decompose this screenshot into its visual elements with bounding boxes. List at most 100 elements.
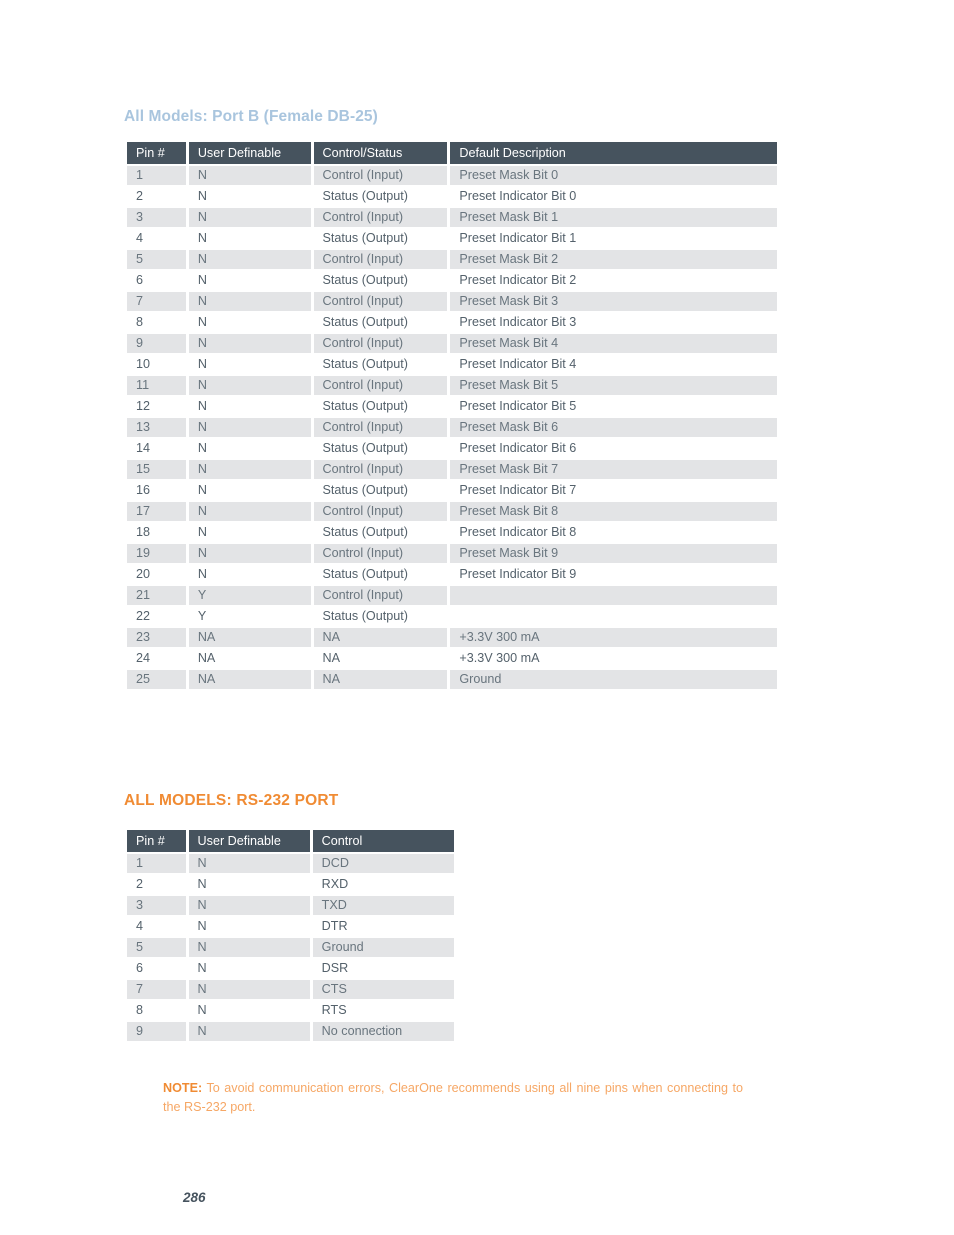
rs232-cell: RTS <box>312 1001 454 1020</box>
db25-cell: Ground <box>450 670 777 689</box>
db25-cell: 17 <box>127 502 186 521</box>
db25-cell: N <box>188 460 311 479</box>
db25-cell: Status (Output) <box>313 187 448 206</box>
db25-cell <box>450 607 777 626</box>
db25-cell: 7 <box>127 292 186 311</box>
table-body-db25: 1 N Control (Input) Preset Mask Bit 0 2 N Stat… <box>127 166 777 689</box>
rs232-column-header: User Definable <box>188 830 310 852</box>
rs232-column-header: Pin # <box>127 830 186 852</box>
db25-cell: NA <box>313 670 448 689</box>
db25-cell: N <box>188 187 311 206</box>
table-row: 24 NA NA +3.3V 300 mA <box>127 649 777 668</box>
db25-cell: 12 <box>127 397 186 416</box>
table-row: 6 N Status (Output) Preset Indicator Bit 2 <box>127 271 777 290</box>
table-row: 3 N Control (Input) Preset Mask Bit 1 <box>127 208 777 227</box>
rs232-cell: N <box>188 980 310 999</box>
table-row: 7 N CTS <box>127 980 454 999</box>
db25-cell: Status (Output) <box>313 271 448 290</box>
table-row: 20 N Status (Output) Preset Indicator Bit 9 <box>127 565 777 584</box>
db25-cell: N <box>188 229 311 248</box>
db25-cell: 1 <box>127 166 186 185</box>
db25-cell: Status (Output) <box>313 397 448 416</box>
table-body-rs232: 1 N DCD 2 N RXD 3 N TXD 4 N DTR 5 N Ground 6 N DSR 7 N CTS 8 N… <box>127 854 454 1041</box>
db25-column-header: User Definable <box>188 142 311 164</box>
db25-cell: Preset Indicator Bit 9 <box>450 565 777 584</box>
db25-column-header: Default Description <box>450 142 777 164</box>
db25-cell: N <box>188 208 311 227</box>
db25-cell: 8 <box>127 313 186 332</box>
document-page: All Models: Port B (Female DB-25) Pin # U… <box>0 0 954 1235</box>
db25-cell: Preset Indicator Bit 2 <box>450 271 777 290</box>
table-row: 18 N Status (Output) Preset Indicator Bit 8 <box>127 523 777 542</box>
db25-cell: N <box>188 439 311 458</box>
table-row: 2 N Status (Output) Preset Indicator Bit 0 <box>127 187 777 206</box>
table-header-row: Pin # User Definable Control <box>127 830 454 852</box>
section-heading-port-b: All Models: Port B (Female DB-25) <box>124 108 378 125</box>
db25-cell: N <box>188 250 311 269</box>
rs232-cell: N <box>188 959 310 978</box>
rs232-cell: DCD <box>312 854 454 873</box>
table-row: 15 N Control (Input) Preset Mask Bit 7 <box>127 460 777 479</box>
table-row: 4 N Status (Output) Preset Indicator Bit 1 <box>127 229 777 248</box>
db25-cell: Control (Input) <box>313 292 448 311</box>
db25-cell: N <box>188 313 311 332</box>
table-header-db25: Pin # User Definable Control/Status Default… <box>127 142 777 164</box>
db25-cell: 16 <box>127 481 186 500</box>
db25-cell: N <box>188 502 311 521</box>
table-row: 8 N Status (Output) Preset Indicator Bit 3 <box>127 313 777 332</box>
db25-cell: N <box>188 523 311 542</box>
db25-cell: Status (Output) <box>313 313 448 332</box>
db25-cell: N <box>188 334 311 353</box>
db25-cell: Y <box>188 607 311 626</box>
table-row: 23 NA NA +3.3V 300 mA <box>127 628 777 647</box>
db25-cell: Preset Indicator Bit 8 <box>450 523 777 542</box>
db25-cell: N <box>188 166 311 185</box>
db25-cell: Control (Input) <box>313 418 448 437</box>
rs232-cell: TXD <box>312 896 454 915</box>
table-row: 17 N Control (Input) Preset Mask Bit 8 <box>127 502 777 521</box>
db25-cell: N <box>188 355 311 374</box>
table-row: 5 N Ground <box>127 938 454 957</box>
table-row: 19 N Control (Input) Preset Mask Bit 9 <box>127 544 777 563</box>
db25-cell: Preset Mask Bit 3 <box>450 292 777 311</box>
db25-cell: Status (Output) <box>313 481 448 500</box>
table-row: 7 N Control (Input) Preset Mask Bit 3 <box>127 292 777 311</box>
rs232-column-header: Control <box>312 830 454 852</box>
db25-cell: 4 <box>127 229 186 248</box>
note-text: To avoid communication errors, ClearOne … <box>163 1081 743 1114</box>
db25-cell: Status (Output) <box>313 439 448 458</box>
rs232-cell: DTR <box>312 917 454 936</box>
note-block: NOTE: To avoid communication errors, Cle… <box>163 1079 743 1117</box>
table-rs232-port: Pin # User Definable Control 1 N DCD 2 N RXD 3 N T… <box>124 828 457 1043</box>
db25-cell: 9 <box>127 334 186 353</box>
db25-cell: 10 <box>127 355 186 374</box>
db25-cell: 25 <box>127 670 186 689</box>
table-row: 21 Y Control (Input) <box>127 586 777 605</box>
db25-cell: Status (Output) <box>313 229 448 248</box>
db25-cell: N <box>188 418 311 437</box>
table-row: 1 N Control (Input) Preset Mask Bit 0 <box>127 166 777 185</box>
db25-cell: Control (Input) <box>313 586 448 605</box>
db25-cell: NA <box>188 649 311 668</box>
rs232-cell: RXD <box>312 875 454 894</box>
db25-cell: Preset Indicator Bit 1 <box>450 229 777 248</box>
db25-cell: Control (Input) <box>313 208 448 227</box>
db25-cell: 21 <box>127 586 186 605</box>
db25-cell: Control (Input) <box>313 334 448 353</box>
db25-cell: NA <box>313 649 448 668</box>
db25-cell: Control (Input) <box>313 250 448 269</box>
db25-cell: 3 <box>127 208 186 227</box>
db25-cell: Preset Indicator Bit 4 <box>450 355 777 374</box>
db25-cell: Control (Input) <box>313 544 448 563</box>
db25-column-header: Control/Status <box>313 142 448 164</box>
db25-cell: N <box>188 376 311 395</box>
db25-cell: NA <box>188 670 311 689</box>
db25-cell: Control (Input) <box>313 502 448 521</box>
table-row: 3 N TXD <box>127 896 454 915</box>
table-row: 25 NA NA Ground <box>127 670 777 689</box>
rs232-cell: 4 <box>127 917 186 936</box>
db25-cell: 24 <box>127 649 186 668</box>
db25-cell: Preset Indicator Bit 6 <box>450 439 777 458</box>
rs232-cell: N <box>188 875 310 894</box>
db25-cell: Preset Mask Bit 2 <box>450 250 777 269</box>
